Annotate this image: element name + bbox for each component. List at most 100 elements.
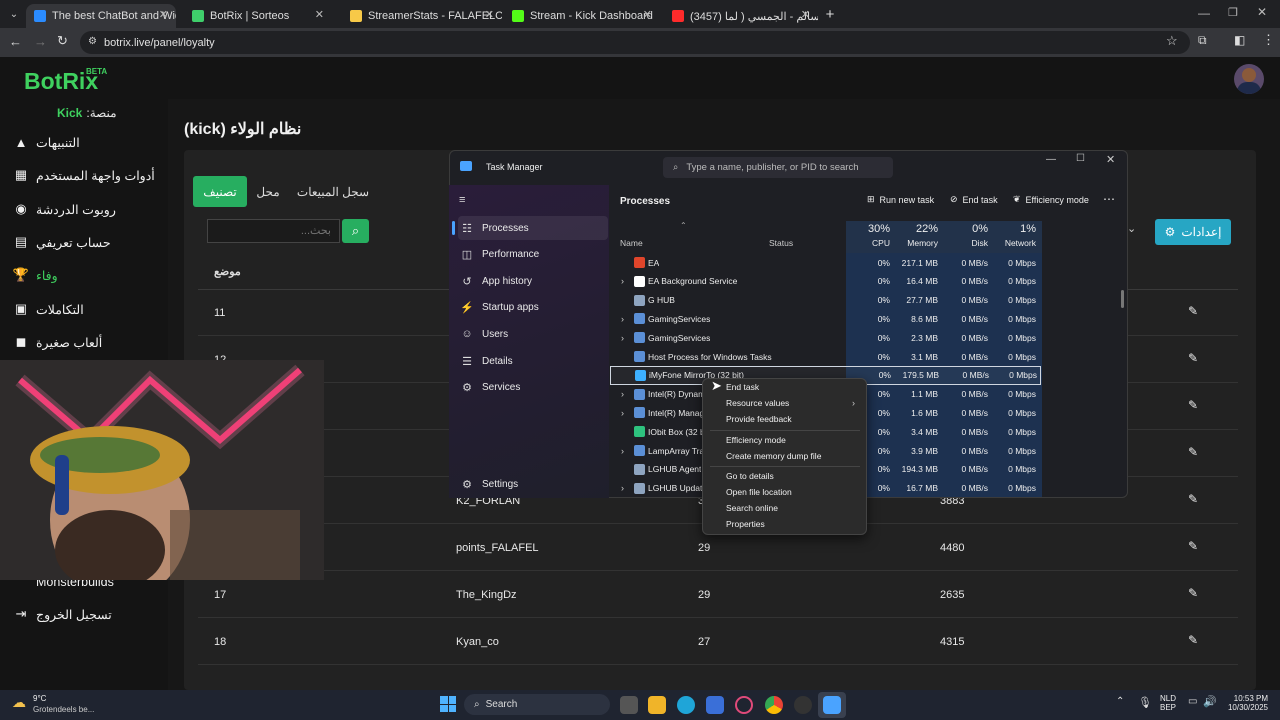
- search-button[interactable]: ⌕: [342, 219, 369, 243]
- back-icon[interactable]: ←: [9, 34, 22, 49]
- browser-tab-0[interactable]: The best ChatBot and Widgets✕: [26, 4, 176, 28]
- expand-chevron-icon[interactable]: ›: [621, 333, 624, 343]
- context-menu-item-create-memory-dump-file[interactable]: Create memory dump file: [726, 451, 821, 461]
- col-disk[interactable]: Disk: [948, 238, 988, 248]
- edit-pencil-icon[interactable]: ✎: [1188, 445, 1198, 459]
- browser-tab-3[interactable]: Stream - Kick Dashboard ✕: [504, 4, 660, 28]
- language-indicator[interactable]: NLD BEP: [1160, 694, 1176, 712]
- bookmark-star-icon[interactable]: ☆: [1166, 33, 1178, 49]
- settings-app-icon[interactable]: [794, 696, 812, 714]
- monitor-icon[interactable]: ▭: [1188, 696, 1197, 707]
- tray-chevron-icon[interactable]: ⌃: [1116, 696, 1124, 707]
- edit-pencil-icon[interactable]: ✎: [1188, 492, 1198, 506]
- microphone-icon[interactable]: 🎙: [1138, 696, 1152, 709]
- tab-close-icon[interactable]: ✕: [801, 8, 810, 21]
- expand-chevron-icon[interactable]: ›: [621, 408, 624, 418]
- expand-chevron-icon[interactable]: ›: [621, 483, 624, 493]
- context-menu-item-properties[interactable]: Properties: [726, 519, 765, 529]
- sidebar-item-1[interactable]: ▦ أدوات واجهة المستخدم: [0, 160, 168, 190]
- url-field[interactable]: ⚙ botrix.live/panel/loyalty: [80, 31, 1190, 54]
- browser-tab-2[interactable]: StreamerStats - FALAFELCO Pr...✕: [342, 4, 502, 28]
- volume-icon[interactable]: 🔊: [1203, 695, 1217, 708]
- edit-pencil-icon[interactable]: ✎: [1188, 304, 1198, 318]
- tm-close-icon[interactable]: ✕: [1106, 153, 1115, 166]
- tab-shop[interactable]: محل: [249, 176, 287, 207]
- sidebar-item-6[interactable]: ◼ ألعاب صغيرة: [0, 327, 168, 357]
- weather-desc[interactable]: Grotendeels be...: [33, 705, 94, 714]
- file-explorer-icon[interactable]: [648, 696, 666, 714]
- process-row[interactable]: › GamingServices 0% 8.6 MB 0 MB/s 0 Mbps: [610, 309, 1040, 328]
- process-row[interactable]: Host Process for Windows Tasks 0% 3.1 MB 0 …: [610, 347, 1040, 366]
- hamburger-icon[interactable]: ≡: [459, 194, 465, 206]
- process-row[interactable]: › GamingServices 0% 2.3 MB 0 MB/s 0 Mbps: [610, 328, 1040, 347]
- process-row[interactable]: G HUB 0% 27.7 MB 0 MB/s 0 Mbps: [610, 291, 1040, 310]
- edit-pencil-icon[interactable]: ✎: [1188, 633, 1198, 647]
- tm-nav-app-history[interactable]: ↺ App history: [458, 269, 608, 293]
- process-row[interactable]: EA 0% 217.1 MB 0 MB/s 0 Mbps: [610, 253, 1040, 272]
- edit-pencil-icon[interactable]: ✎: [1188, 351, 1198, 365]
- tm-nav-services[interactable]: ⚙ Services: [458, 376, 608, 400]
- store-icon[interactable]: [706, 696, 724, 714]
- sidebar-item-5[interactable]: ▣ التكاملات: [0, 294, 168, 324]
- browser-tab-1[interactable]: BotRix | Sorteos ✕: [184, 4, 332, 28]
- col-name[interactable]: Name: [620, 238, 643, 248]
- context-menu-item-end-task[interactable]: End task: [726, 382, 759, 392]
- tab-close-icon[interactable]: ✕: [159, 8, 168, 21]
- task-manager-taskbar-icon[interactable]: [823, 696, 841, 714]
- tm-nav-startup-apps[interactable]: ⚡ Startup apps: [458, 296, 608, 320]
- new-tab-icon[interactable]: +: [822, 6, 838, 23]
- process-row[interactable]: › EA Background Service 0% 16.4 MB 0 MB/s 0 M…: [610, 272, 1040, 291]
- col-memory[interactable]: Memory: [898, 238, 938, 248]
- efficiency-mode-button[interactable]: ❦ Efficiency mode: [1013, 194, 1089, 205]
- clock[interactable]: 10:53 PM 10/30/2025: [1224, 694, 1268, 712]
- search-input[interactable]: [207, 219, 340, 243]
- run-new-task-button[interactable]: ⊞ Run new task: [867, 194, 934, 205]
- task-view-icon[interactable]: [620, 696, 638, 714]
- edge-icon[interactable]: [677, 696, 695, 714]
- col-cpu[interactable]: CPU: [850, 238, 890, 248]
- sidebar-item-3[interactable]: ▤ حساب تعريفي: [0, 227, 168, 257]
- site-info-icon[interactable]: ⚙: [88, 36, 97, 47]
- taskbar-search[interactable]: ⌕ Search: [464, 694, 610, 715]
- tm-minimize-icon[interactable]: —: [1046, 154, 1056, 165]
- tm-search-field[interactable]: ⌕ Type a name, publisher, or PID to sear…: [663, 157, 893, 178]
- context-menu-item-go-to-details[interactable]: Go to details: [726, 471, 774, 481]
- tab-ranking[interactable]: تصنيف: [193, 176, 247, 207]
- expand-chevron-icon[interactable]: ›: [621, 446, 624, 456]
- close-window-icon[interactable]: ✕: [1257, 5, 1267, 19]
- sidebar-logout[interactable]: ⇥ تسجيل الخروج: [0, 599, 168, 629]
- expand-chevron-icon[interactable]: ›: [621, 314, 624, 324]
- profile-icon[interactable]: ◧: [1234, 33, 1245, 47]
- restore-icon[interactable]: ❐: [1228, 6, 1238, 19]
- sidebar-item-4[interactable]: 🏆 وفاء: [0, 260, 168, 290]
- col-network[interactable]: Network: [996, 238, 1036, 248]
- tm-nav-performance[interactable]: ◫ Performance: [458, 243, 608, 267]
- minimize-icon[interactable]: —: [1198, 6, 1210, 20]
- expand-chevron-icon[interactable]: ›: [621, 389, 624, 399]
- sidebar-item-2[interactable]: ◉ روبوت الدردشة: [0, 194, 168, 224]
- dropdown-chevron-icon[interactable]: ⌄: [1127, 222, 1136, 235]
- context-menu-item-open-file-location[interactable]: Open file location: [726, 487, 792, 497]
- sidebar-item-0[interactable]: ▲ التنبيهات: [0, 127, 168, 157]
- tab-sales-log[interactable]: سجل المبيعات: [289, 176, 377, 207]
- browser-tab-4[interactable]: (3457) سليم سالم - الجمسي ( لما...✕: [664, 4, 818, 28]
- context-menu-item-resource-values[interactable]: Resource values: [726, 398, 789, 408]
- tm-nav-processes[interactable]: ☷ Processes: [458, 216, 608, 240]
- weather-temp[interactable]: 9°C: [33, 694, 46, 703]
- more-options-icon[interactable]: ⋯: [1103, 192, 1115, 206]
- tm-scrollbar[interactable]: [1121, 290, 1124, 308]
- start-button[interactable]: [440, 696, 456, 712]
- extensions-icon[interactable]: ⧉: [1198, 33, 1207, 48]
- expand-chevron-icon[interactable]: ›: [621, 276, 624, 286]
- col-status[interactable]: Status: [769, 238, 793, 248]
- weather-icon[interactable]: ☁: [12, 694, 26, 711]
- tm-maximize-icon[interactable]: ☐: [1076, 153, 1085, 164]
- reload-icon[interactable]: ↻: [57, 33, 68, 49]
- tab-list-icon[interactable]: ⌄: [6, 6, 22, 22]
- tab-close-icon[interactable]: ✕: [643, 8, 652, 21]
- tm-nav-users[interactable]: ☺ Users: [458, 322, 608, 346]
- tab-close-icon[interactable]: ✕: [485, 8, 494, 21]
- app-icon[interactable]: [735, 696, 753, 714]
- edit-pencil-icon[interactable]: ✎: [1188, 586, 1198, 600]
- tab-close-icon[interactable]: ✕: [315, 8, 324, 21]
